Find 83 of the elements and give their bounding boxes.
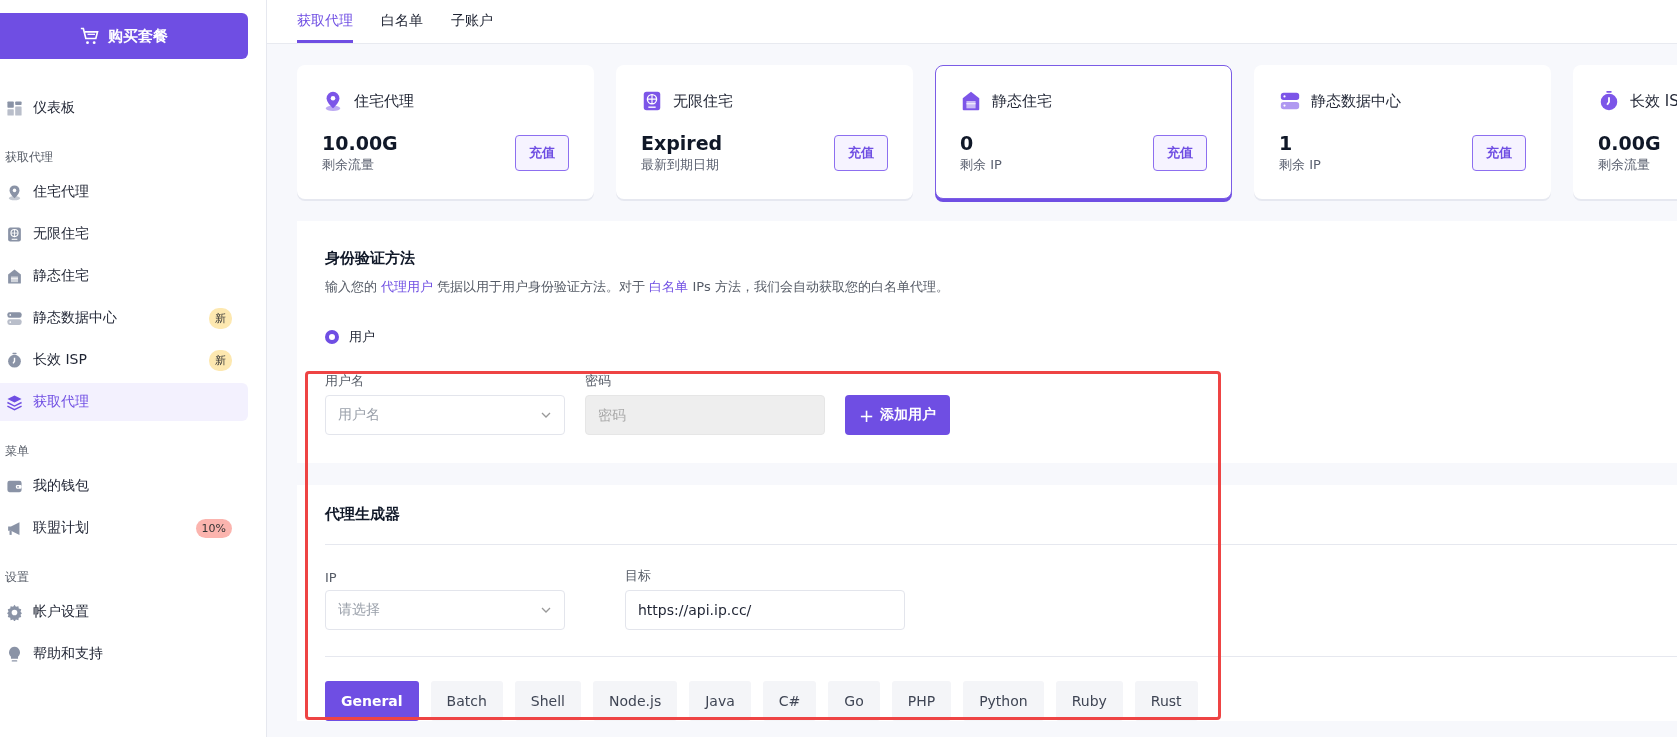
recharge-button[interactable]: 充值 bbox=[1153, 135, 1207, 171]
recharge-button[interactable]: 充值 bbox=[1472, 135, 1526, 171]
card-caption: 剩余流量 bbox=[322, 156, 375, 174]
radio-button[interactable] bbox=[325, 330, 339, 344]
card-caption: 剩余 IP bbox=[1279, 156, 1321, 174]
card-title: 住宅代理 bbox=[354, 91, 414, 111]
sidebar-item[interactable]: 住宅代理 bbox=[0, 173, 248, 211]
stopwatch-icon bbox=[1598, 90, 1620, 112]
section-heading: 获取代理 bbox=[4, 149, 54, 166]
card-value: 0.00G bbox=[1598, 132, 1661, 154]
badge: 新 bbox=[209, 307, 232, 329]
add-user-button[interactable]: + 添加用户 bbox=[845, 395, 951, 435]
globe-icon bbox=[6, 225, 23, 243]
section-heading: 菜单 bbox=[4, 443, 30, 460]
inline-link[interactable]: 代理用户 bbox=[381, 279, 434, 294]
sidebar-item[interactable]: 联盟计划 10% bbox=[0, 509, 248, 547]
input-field[interactable]: https://api.ip.cc/ bbox=[625, 590, 905, 630]
product-card[interactable]: 静态数据中心 1 剩余 IP 充值 bbox=[1254, 65, 1551, 199]
language-tab[interactable]: Node.js bbox=[593, 681, 678, 721]
stopwatch-icon bbox=[6, 351, 23, 369]
server-icon bbox=[6, 309, 23, 327]
globe-icon bbox=[641, 90, 663, 112]
inline-link[interactable]: 白名单 bbox=[649, 279, 689, 294]
language-tab[interactable]: Batch bbox=[430, 681, 503, 721]
sidebar-item[interactable]: 仪表板 bbox=[0, 89, 248, 127]
language-tab[interactable]: Shell bbox=[514, 681, 581, 721]
card-value: Expired bbox=[641, 132, 723, 154]
section-title: 身份验证方法 bbox=[325, 249, 416, 268]
language-tab[interactable]: General bbox=[325, 681, 419, 721]
language-tab[interactable]: Go bbox=[828, 681, 880, 721]
settings-icon bbox=[6, 603, 23, 621]
field-label: 密码 bbox=[585, 372, 612, 390]
grid-icon bbox=[6, 99, 23, 117]
card-title: 静态数据中心 bbox=[1311, 91, 1401, 111]
card-caption: 剩余流量 bbox=[1598, 156, 1651, 174]
field-label: 目标 bbox=[625, 567, 652, 585]
buy-plan-button[interactable]: 购买套餐 bbox=[0, 13, 248, 59]
house-icon bbox=[960, 90, 982, 112]
card-caption: 剩余 IP bbox=[960, 156, 1002, 174]
description-text: 输入您的 代理用户 凭据以用于用户身份验证方法。对于 白名单 IPs 方法，我们会自动获取您的白名单代理。 bbox=[325, 278, 950, 296]
sidebar-item[interactable]: 获取代理 bbox=[0, 383, 248, 421]
language-tab[interactable]: C# bbox=[762, 681, 817, 721]
sidebar-item[interactable]: 静态数据中心 新 bbox=[0, 299, 248, 337]
sidebar-item[interactable]: 帮助和支持 bbox=[0, 635, 248, 673]
layers-icon bbox=[6, 393, 23, 411]
recharge-button[interactable]: 充值 bbox=[834, 135, 888, 171]
tab[interactable]: 子账户 bbox=[451, 0, 493, 43]
lightbulb-icon bbox=[6, 645, 23, 663]
tab[interactable]: 白名单 bbox=[381, 0, 423, 43]
badge: 新 bbox=[209, 349, 232, 371]
sidebar-item[interactable]: 长效 ISP 新 bbox=[0, 341, 248, 379]
sidebar-item[interactable]: 静态住宅 bbox=[0, 257, 248, 295]
card-title: 长效 IS bbox=[1630, 91, 1677, 111]
language-tab[interactable]: Java bbox=[689, 681, 751, 721]
sidebar-item[interactable]: 无限住宅 bbox=[0, 215, 248, 253]
recharge-button[interactable]: 充值 bbox=[515, 135, 569, 171]
radio-label: 用户 bbox=[349, 328, 375, 346]
sidebar-item[interactable]: 帐户设置 bbox=[0, 593, 248, 631]
card-title: 无限住宅 bbox=[673, 91, 733, 111]
house-icon bbox=[6, 267, 23, 285]
product-card[interactable]: 无限住宅 Expired 最新到期日期 充值 bbox=[616, 65, 913, 199]
card-value: 1 bbox=[1279, 132, 1294, 154]
product-card[interactable]: 长效 IS 0.00G 剩余流量 bbox=[1573, 65, 1677, 199]
card-caption: 最新到期日期 bbox=[641, 156, 720, 174]
language-tab[interactable]: PHP bbox=[891, 681, 952, 721]
language-tab[interactable]: Rust bbox=[1134, 681, 1198, 721]
location-pin-icon bbox=[6, 183, 23, 201]
badge: 10% bbox=[195, 518, 232, 538]
card-title: 静态住宅 bbox=[992, 91, 1052, 111]
cart-icon bbox=[80, 26, 100, 46]
server-icon bbox=[1279, 90, 1301, 112]
tab[interactable]: 获取代理 bbox=[297, 0, 353, 43]
language-tab[interactable]: Python bbox=[963, 681, 1044, 721]
language-tab[interactable]: Ruby bbox=[1055, 681, 1123, 721]
product-card[interactable]: 住宅代理 10.00G 剩余流量 充值 bbox=[297, 65, 594, 199]
card-value: 0 bbox=[960, 132, 975, 154]
field-label: 用户名 bbox=[325, 372, 365, 390]
field-label: IP bbox=[325, 570, 338, 585]
sidebar-item[interactable]: 我的钱包 bbox=[0, 467, 248, 505]
product-card[interactable]: 静态住宅 0 剩余 IP 充值 bbox=[935, 65, 1232, 199]
section-title: 代理生成器 bbox=[325, 505, 401, 524]
section-heading: 设置 bbox=[4, 569, 30, 586]
card-value: 10.00G bbox=[322, 132, 398, 154]
